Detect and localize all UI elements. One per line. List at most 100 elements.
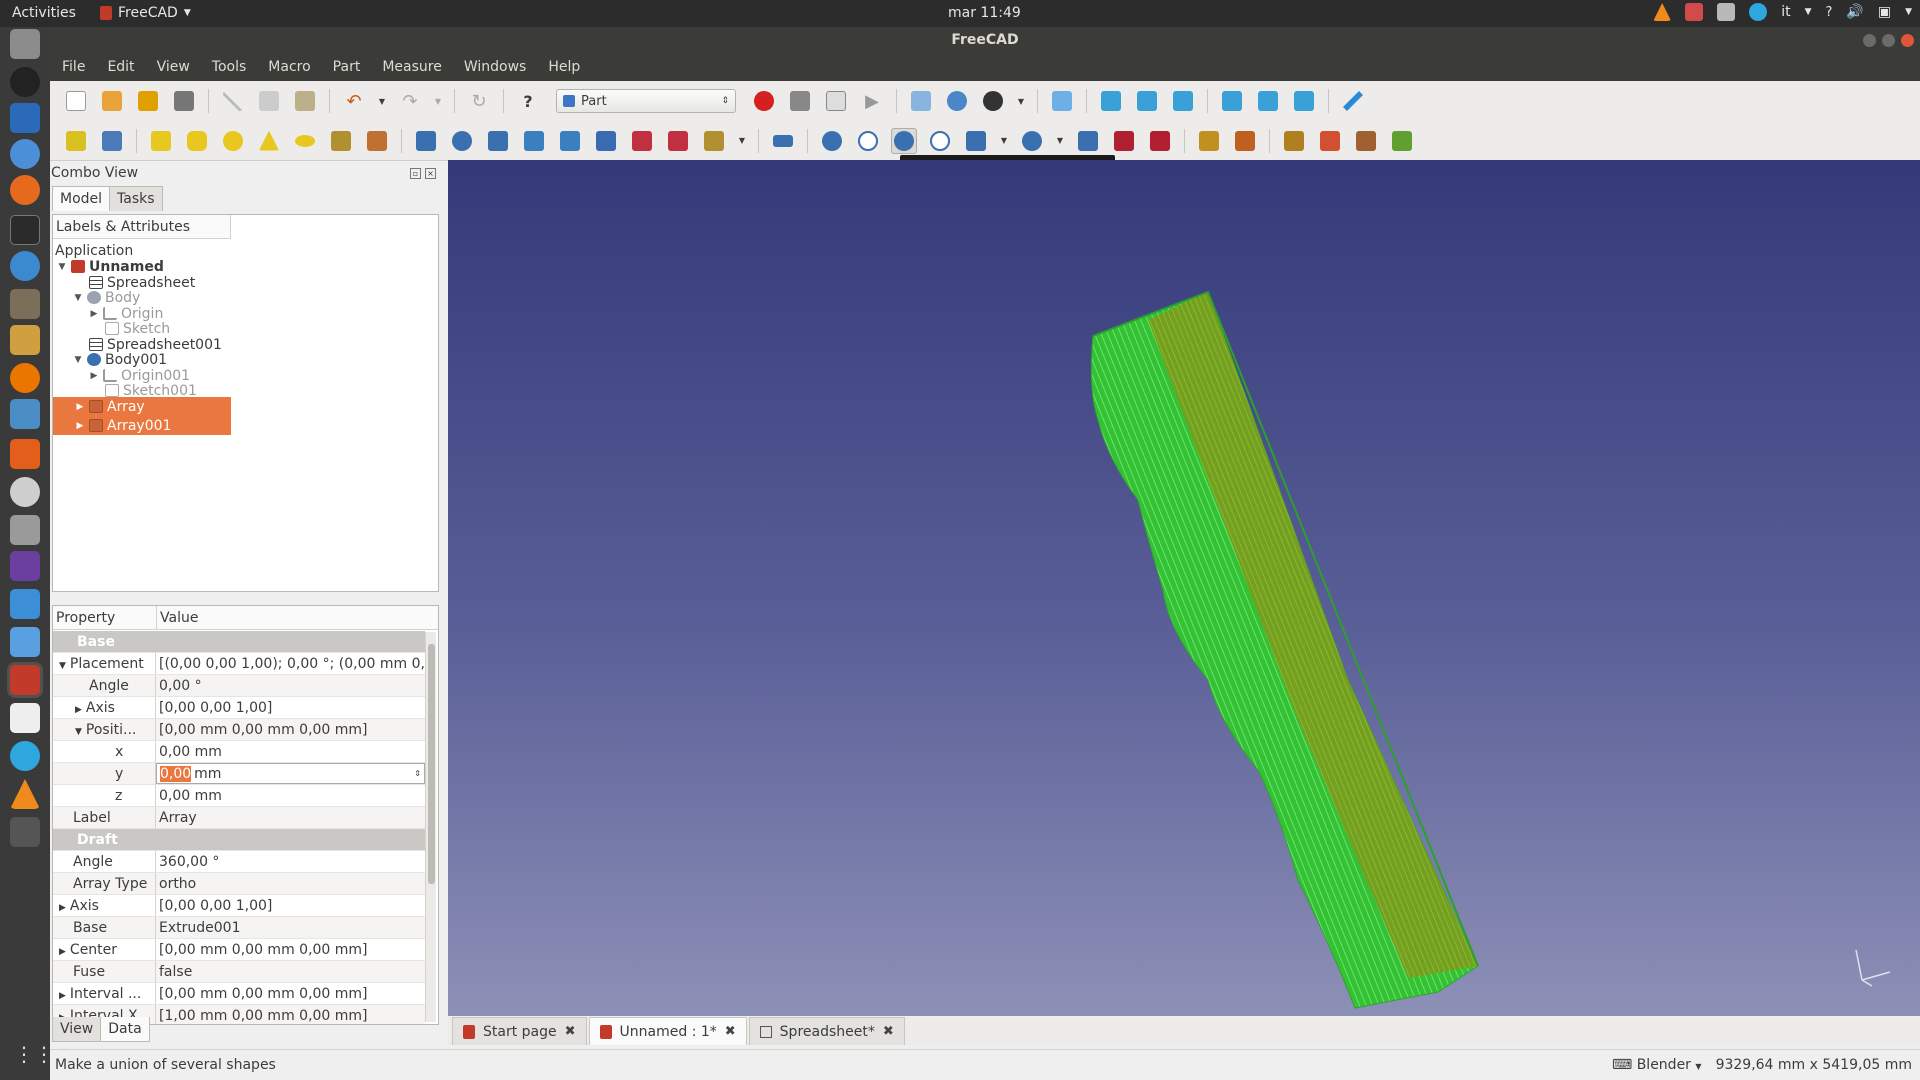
clipboard-icon[interactable]	[1717, 3, 1736, 21]
draw-style-dropdown-icon[interactable]: ▼	[1016, 88, 1026, 114]
print-icon[interactable]	[171, 88, 197, 114]
ruled-surface-icon[interactable]	[629, 128, 655, 154]
torus-icon[interactable]	[292, 128, 318, 154]
check-geometry-icon[interactable]	[1196, 128, 1222, 154]
close-tab-icon[interactable]: ✖	[725, 1024, 736, 1039]
common-icon[interactable]	[927, 128, 953, 154]
vlc-icon[interactable]	[1653, 3, 1672, 21]
expand-arrow-icon[interactable]: ▶	[59, 903, 66, 913]
property-row-label[interactable]: Label Array	[53, 807, 425, 829]
text-editor-icon[interactable]	[10, 251, 40, 281]
shape-builder-icon[interactable]	[364, 128, 390, 154]
3d-model-array[interactable]	[448, 160, 1920, 1016]
clock[interactable]: mar 11:49	[948, 5, 1021, 21]
tab-data[interactable]: Data	[100, 1017, 150, 1042]
property-row-interval[interactable]: ▶ Interval ... [0,00 mm 0,00 mm 0,00 mm]	[53, 983, 425, 1005]
fuse-union-icon[interactable]	[891, 127, 917, 154]
inkscape-icon[interactable]	[10, 67, 40, 97]
menu-view[interactable]: View	[145, 54, 200, 81]
cube-app-icon[interactable]	[10, 627, 40, 657]
edit-macro-icon[interactable]	[823, 88, 849, 114]
menu-macro[interactable]: Macro	[256, 54, 320, 81]
menu-tools[interactable]: Tools	[200, 54, 257, 81]
expand-arrow-icon[interactable]: ▶	[59, 947, 66, 957]
inkscape-export-icon[interactable]	[10, 399, 40, 429]
writer-icon[interactable]	[10, 103, 40, 133]
measure-angular-icon[interactable]	[1389, 128, 1415, 154]
terminal-icon[interactable]	[10, 215, 40, 245]
librecad-icon[interactable]	[10, 325, 40, 355]
menu-windows[interactable]: Windows	[452, 54, 537, 81]
software-center-icon[interactable]	[10, 439, 40, 469]
split-icon[interactable]	[1019, 128, 1045, 154]
property-row-draft-angle[interactable]: Angle 360,00 °	[53, 851, 425, 873]
boolean-icon[interactable]	[819, 128, 845, 154]
y-value-selected-text[interactable]: 0,00	[160, 765, 192, 782]
cross-sections-icon[interactable]	[1147, 128, 1173, 154]
undo-icon[interactable]: ↶	[341, 88, 367, 114]
paste-icon[interactable]	[292, 88, 318, 114]
offset-dropdown-icon[interactable]: ▼	[737, 128, 747, 154]
collapse-arrow-icon[interactable]: ▼	[57, 262, 67, 272]
battery-icon[interactable]: ▣	[1878, 4, 1891, 20]
create-group-icon[interactable]	[99, 128, 125, 154]
app-menu[interactable]: FreeCAD ▼	[100, 5, 191, 21]
menu-help[interactable]: Help	[536, 54, 590, 81]
tab-view[interactable]: View	[52, 1017, 102, 1042]
close-tab-icon[interactable]: ✖	[565, 1024, 576, 1039]
mirror-icon[interactable]	[485, 128, 511, 154]
activities-button[interactable]: Activities	[12, 5, 76, 21]
make-face-icon[interactable]	[593, 128, 619, 154]
help-icon[interactable]: ?	[1826, 5, 1833, 20]
defeaturing-icon[interactable]	[1232, 128, 1258, 154]
fit-selection-icon[interactable]	[944, 88, 970, 114]
doc-tab-start-page[interactable]: Start page ✖	[452, 1017, 587, 1045]
loft-icon[interactable]	[665, 128, 691, 154]
new-document-icon[interactable]	[63, 88, 89, 114]
expand-arrow-icon[interactable]: ▶	[75, 705, 82, 715]
doc-tab-spreadsheet[interactable]: Spreadsheet* ✖	[748, 1017, 905, 1045]
expand-arrow-icon[interactable]: ▶	[75, 402, 85, 412]
save-icon[interactable]	[135, 88, 161, 114]
undo-dropdown-icon[interactable]: ▼	[377, 88, 387, 114]
float-panel-icon[interactable]: ▫	[410, 168, 421, 179]
primitives-icon[interactable]	[328, 128, 354, 154]
volume-icon[interactable]: 🔊	[1846, 4, 1863, 20]
draw-style-icon[interactable]	[980, 88, 1006, 114]
files-icon[interactable]	[10, 29, 40, 59]
collapse-arrow-icon[interactable]: ▼	[75, 727, 82, 737]
chromium-icon[interactable]	[10, 139, 40, 169]
property-row-placement[interactable]: ▼ Placement [(0,00 0,00 1,00); 0,00 °; (0…	[53, 653, 425, 675]
menu-measure[interactable]: Measure	[370, 54, 452, 81]
y-value-editor[interactable]: 0,00 mm ⇕	[156, 763, 425, 784]
tree-item-array001[interactable]: ▶ Array001	[53, 416, 231, 435]
tab-tasks[interactable]: Tasks	[109, 186, 163, 211]
menu-part[interactable]: Part	[321, 54, 371, 81]
sphere-icon[interactable]	[220, 128, 246, 154]
settings-icon[interactable]	[10, 477, 40, 507]
property-row-x[interactable]: x 0,00 mm	[53, 741, 425, 763]
vlc-dock-icon[interactable]	[10, 779, 40, 809]
tree-item-array[interactable]: ▶ Array	[53, 397, 231, 416]
property-row-z[interactable]: z 0,00 mm	[53, 785, 425, 807]
join-dropdown-icon[interactable]: ▼	[999, 128, 1009, 154]
cylinder-icon[interactable]	[184, 128, 210, 154]
property-scrollbar[interactable]	[425, 632, 436, 1022]
property-row-fuse[interactable]: Fuse false	[53, 961, 425, 983]
right-view-icon[interactable]	[1170, 88, 1196, 114]
keyboard-layout-indicator[interactable]: it	[1781, 4, 1790, 20]
fit-all-icon[interactable]	[908, 88, 934, 114]
split-dropdown-icon[interactable]: ▼	[1055, 128, 1065, 154]
cut-shape-icon[interactable]	[855, 128, 881, 154]
collapse-arrow-icon[interactable]: ▼	[73, 293, 83, 303]
record-macro-icon[interactable]	[751, 88, 777, 114]
extrude-icon[interactable]	[413, 128, 439, 154]
maximize-icon[interactable]	[1882, 34, 1895, 47]
property-row-axis[interactable]: ▶ Axis [0,00 0,00 1,00]	[53, 697, 425, 719]
arrows-icon[interactable]	[10, 589, 40, 619]
minimize-icon[interactable]	[1863, 34, 1876, 47]
expand-arrow-icon[interactable]: ▶	[59, 991, 66, 1001]
property-row-base[interactable]: Base Extrude001	[53, 917, 425, 939]
property-row-array-type[interactable]: Array Type ortho	[53, 873, 425, 895]
expand-arrow-icon[interactable]: ▶	[75, 421, 85, 431]
